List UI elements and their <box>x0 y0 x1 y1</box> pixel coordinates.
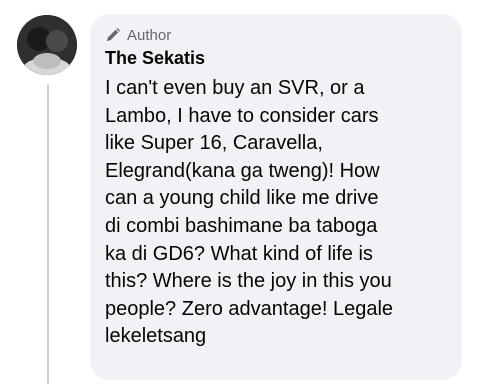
pencil-icon <box>105 27 121 43</box>
avatar[interactable] <box>17 15 77 75</box>
reply-thread-line <box>47 84 49 384</box>
comment-thread: Author The Sekatis I can't even buy an S… <box>0 0 480 384</box>
comment-text: I can't even buy an SVR, or a Lambo, I h… <box>105 77 394 348</box>
comment-author-name[interactable]: The Sekatis <box>105 47 448 69</box>
author-badge-label: Author <box>127 26 172 44</box>
author-badge: Author <box>105 25 448 45</box>
comment-bubble: Author The Sekatis I can't even buy an S… <box>90 14 462 380</box>
